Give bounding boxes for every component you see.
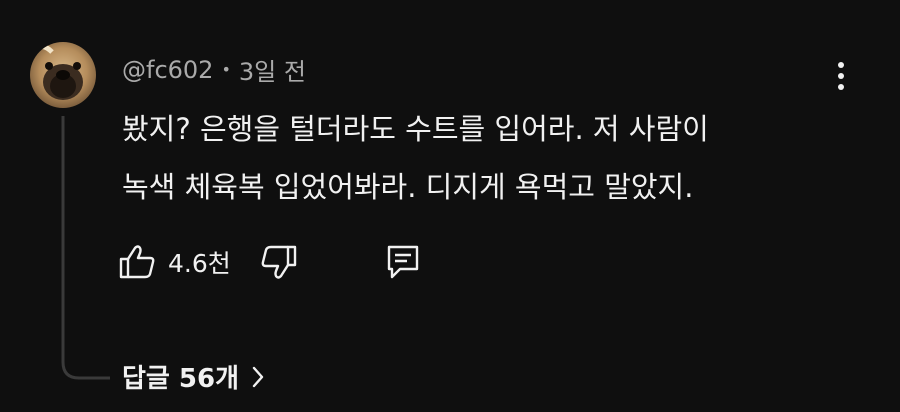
thumb-up-icon xyxy=(119,245,155,279)
dog-avatar-image xyxy=(30,42,96,108)
thumb-down-icon xyxy=(261,245,297,279)
view-replies-button[interactable]: 답글 56개 xyxy=(122,358,265,395)
like-count: 4.6천 xyxy=(168,249,231,278)
avatar[interactable] xyxy=(30,42,96,108)
meta-separator: • xyxy=(221,60,231,79)
comment-body: 봤지? 은행을 털더라도 수트를 입어라. 저 사람이 녹색 체육복 입었어봐라… xyxy=(122,100,842,216)
comment-text-line: 봤지? 은행을 털더라도 수트를 입어라. 저 사람이 xyxy=(122,112,709,146)
replies-label: 답글 56개 xyxy=(122,364,239,394)
more-options-button[interactable] xyxy=(826,56,856,96)
comment-screen: @fc602 • 3일 전 봤지? 은행을 털더라도 수트를 입어라. 저 사람… xyxy=(0,0,900,412)
comment-text-line: 녹색 체육복 입었어봐라. 디지게 욕먹고 말았지. xyxy=(122,170,694,204)
like-button[interactable]: 4.6천 xyxy=(118,240,231,284)
comment-meta: @fc602 • 3일 전 xyxy=(122,52,306,87)
comment-time: 3일 전 xyxy=(238,58,306,86)
chevron-right-icon xyxy=(252,366,264,387)
reply-button[interactable] xyxy=(386,240,420,284)
more-vert-icon xyxy=(838,62,844,90)
reply-comment-icon xyxy=(387,245,419,279)
author-handle[interactable]: @fc602 xyxy=(122,56,213,84)
dislike-button[interactable] xyxy=(260,240,298,284)
